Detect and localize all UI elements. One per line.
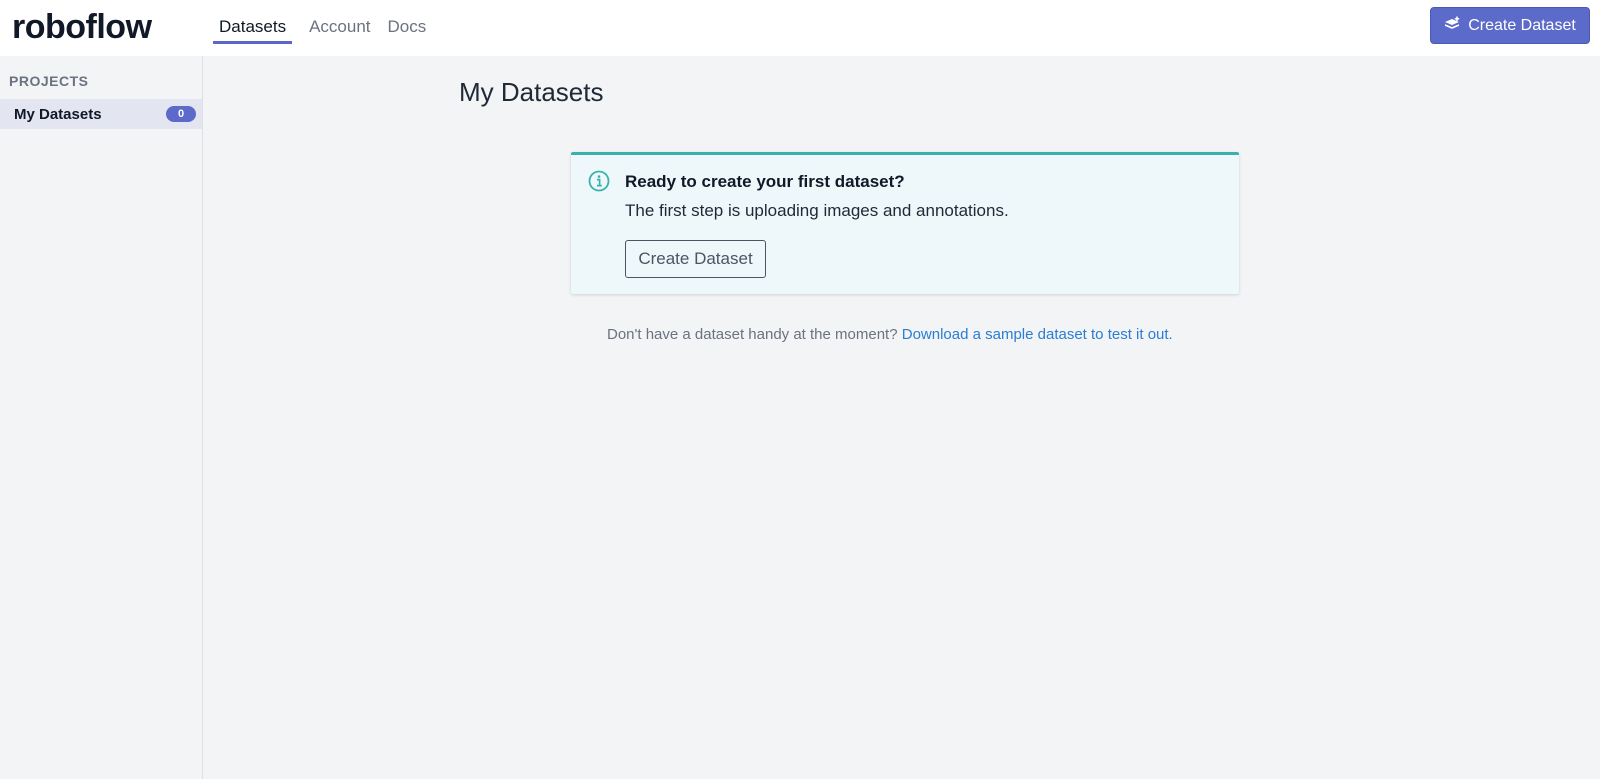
create-dataset-button[interactable]: Create Dataset [1430, 7, 1590, 44]
helper-text: Don't have a dataset handy at the moment… [607, 326, 898, 343]
roboflow-logo[interactable]: roboflow [12, 8, 152, 47]
nav-tab-datasets[interactable]: Datasets [213, 0, 293, 44]
nav-tab-account[interactable]: Account [303, 0, 376, 44]
callout-text: The first step is uploading images and a… [625, 201, 1009, 220]
info-icon [588, 170, 610, 192]
page-title: My Datasets [459, 77, 604, 107]
sidebar-item-label: My Datasets [14, 105, 102, 123]
empty-state-callout: Ready to create your first dataset? The … [571, 152, 1239, 294]
sample-dataset-hint: Don't have a dataset handy at the moment… [607, 326, 1173, 343]
sidebar: PROJECTS My Datasets 0 [0, 56, 203, 779]
projects-section-label: PROJECTS [9, 73, 89, 89]
stack-plus-icon [1444, 16, 1461, 36]
sidebar-item-my-datasets[interactable]: My Datasets 0 [0, 99, 202, 129]
callout-heading: Ready to create your first dataset? [625, 172, 905, 191]
create-dataset-button-label: Create Dataset [1468, 16, 1576, 34]
top-navbar: roboflow Datasets Account Docs Create Da… [0, 0, 1600, 56]
main-nav: Datasets Account Docs [213, 0, 437, 56]
count-badge: 0 [166, 106, 196, 122]
nav-tab-docs[interactable]: Docs [382, 0, 433, 44]
download-sample-dataset-link[interactable]: Download a sample dataset to test it out… [902, 326, 1173, 343]
callout-create-dataset-button[interactable]: Create Dataset [625, 240, 766, 278]
